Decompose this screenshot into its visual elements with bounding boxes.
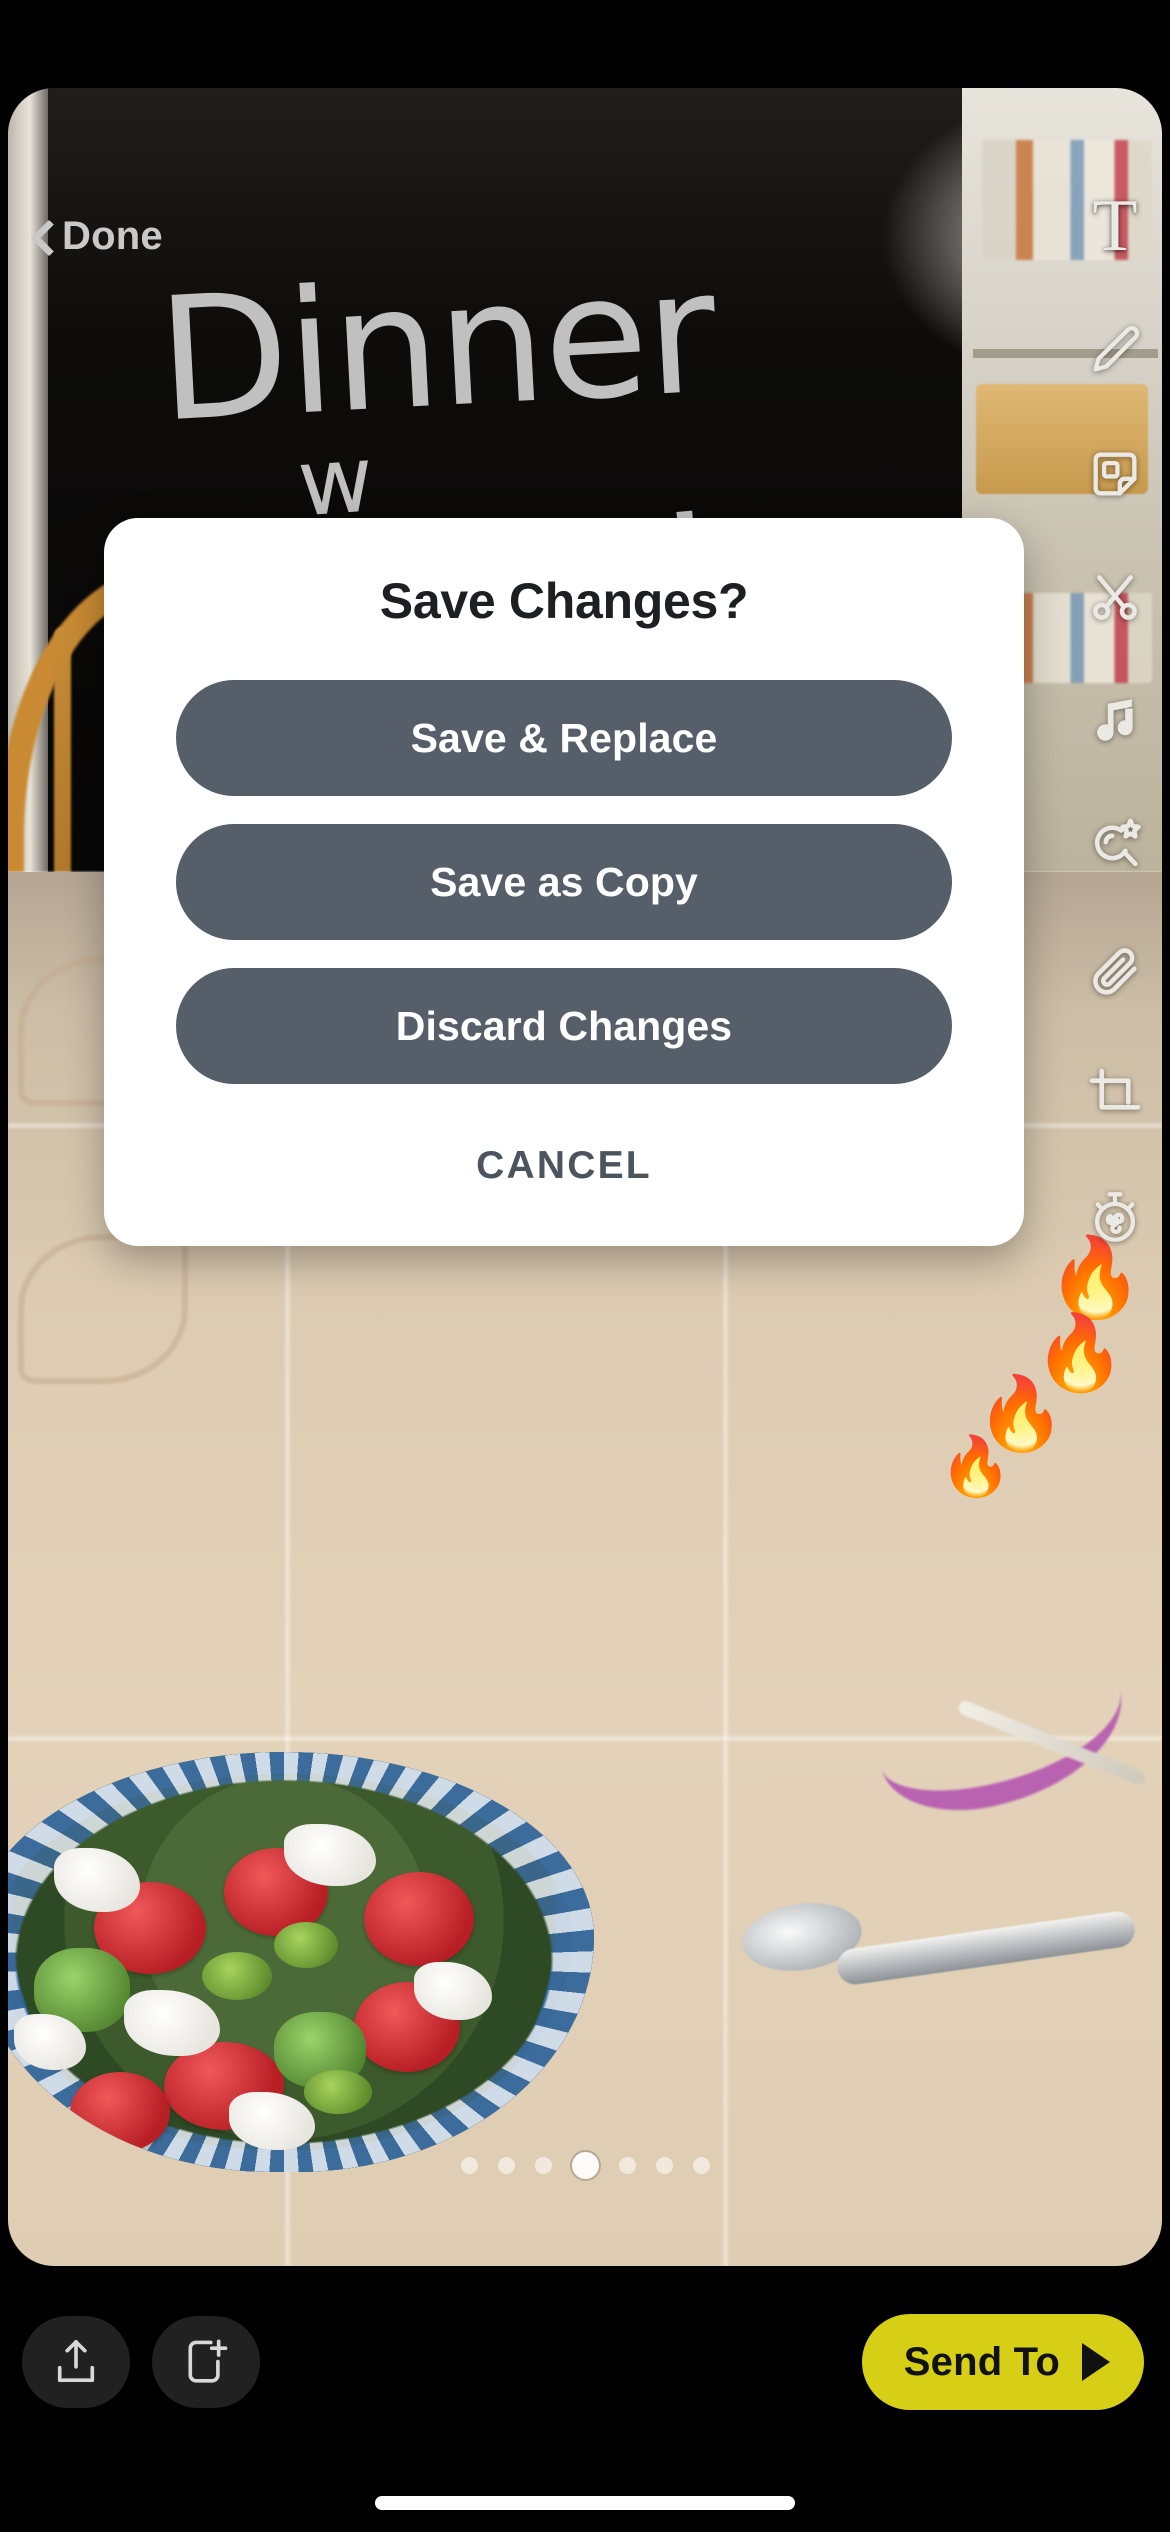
text-tool-button[interactable]: T [1079, 185, 1151, 267]
green-onion [202, 1952, 272, 2000]
save-to-memories-button[interactable] [22, 2316, 130, 2408]
sticker-icon [1093, 452, 1137, 496]
timer-infinity-icon [1094, 1192, 1136, 1242]
bottom-action-bar: Send To [0, 2266, 1170, 2532]
discard-changes-button[interactable]: Discard Changes [176, 968, 952, 1084]
save-changes-dialog: Save Changes? Save & Replace Save as Cop… [104, 518, 1024, 1246]
download-save-icon [57, 2340, 95, 2383]
filter-carousel-dots[interactable] [0, 2152, 1170, 2179]
carousel-dot-active[interactable] [571, 2152, 599, 2179]
tomato [364, 1872, 474, 1966]
link-tool-button[interactable] [1079, 934, 1151, 1006]
text-T-icon: T [1092, 185, 1138, 267]
crop-tool-button[interactable] [1079, 1058, 1151, 1130]
carousel-dot[interactable] [692, 2157, 710, 2174]
save-and-replace-button[interactable]: Save & Replace [176, 680, 952, 796]
dialog-title: Save Changes? [379, 573, 749, 629]
scan-star-icon [1094, 818, 1141, 867]
carousel-dot[interactable] [534, 2157, 552, 2174]
carousel-dot[interactable] [497, 2157, 515, 2174]
add-to-story-icon [188, 2339, 228, 2383]
cancel-button[interactable]: CANCEL [176, 1112, 952, 1200]
sticker-tool-button[interactable] [1079, 438, 1151, 510]
home-indicator [375, 2496, 795, 2510]
save-as-copy-button[interactable]: Save as Copy [176, 824, 952, 940]
send-to-label: Send To [903, 2339, 1060, 2384]
music-tool-button[interactable] [1079, 686, 1151, 758]
green-onion [274, 1922, 338, 1968]
pencil-icon [1093, 326, 1140, 372]
scissors-icon [1093, 575, 1137, 620]
tool-rail: T [1060, 185, 1170, 1254]
timer-tool-button[interactable] [1079, 1182, 1151, 1254]
music-note-icon [1097, 699, 1133, 741]
paperclip-icon [1093, 948, 1137, 995]
carousel-dot[interactable] [618, 2157, 636, 2174]
draw-tool-button[interactable] [1079, 314, 1151, 386]
add-to-story-button[interactable] [152, 2316, 260, 2408]
arrow-right-icon [1082, 2343, 1110, 2381]
tomato [70, 2072, 170, 2152]
carousel-dot[interactable] [460, 2157, 478, 2174]
chevron-left-icon [32, 220, 52, 254]
send-to-button[interactable]: Send To [861, 2314, 1144, 2410]
carousel-dot[interactable] [655, 2157, 673, 2174]
crop-icon [1089, 1068, 1141, 1110]
scan-tool-button[interactable] [1079, 810, 1151, 882]
snapchat-editor-screen: Dinner w Sprinkles 🔥 🔥 🔥 🔥 Done T [0, 0, 1170, 2532]
done-button[interactable]: Done [32, 214, 163, 259]
scissors-tool-button[interactable] [1079, 562, 1151, 634]
done-label: Done [62, 214, 163, 258]
fire-emoji-sticker[interactable]: 🔥 [940, 1438, 1012, 1496]
tile-pattern [18, 1234, 188, 1385]
green-onion [304, 2070, 372, 2114]
